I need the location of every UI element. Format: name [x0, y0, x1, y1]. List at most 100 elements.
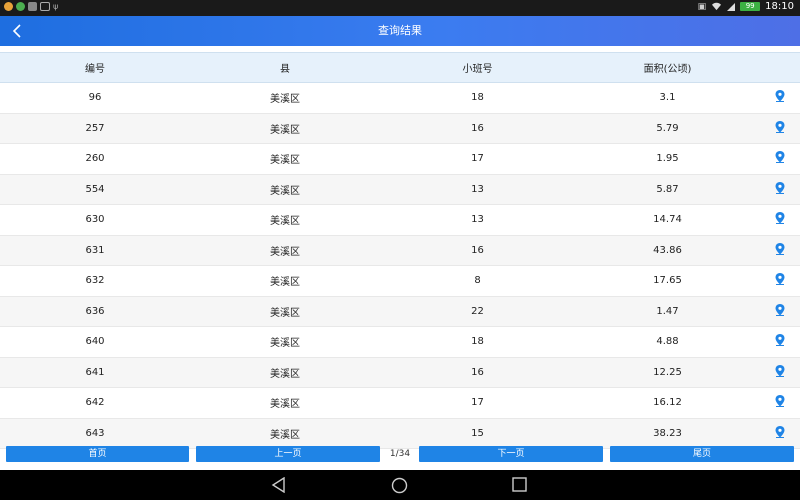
column-header-subcompartment[interactable]: 小班号 [380, 52, 575, 83]
results-table: 编号 县 小班号 面积(公顷) 96 美溪区 18 3.1 257 美溪区 16 5.79 26… [0, 52, 800, 449]
table-row[interactable]: 642 美溪区 17 16.12 [0, 387, 800, 419]
car-notification-icon [40, 2, 50, 11]
cell-area: 43.86 [575, 235, 760, 266]
table-row[interactable]: 96 美溪区 18 3.1 [0, 82, 800, 114]
cell-area: 5.79 [575, 113, 760, 144]
pagination-bar: 首页 上一页 1/34 下一页 尾页 [0, 444, 800, 466]
cell-area: 3.1 [575, 82, 760, 114]
clock: 18:10 [765, 1, 794, 12]
table-row[interactable]: 640 美溪区 18 4.88 [0, 326, 800, 358]
cell-location [760, 204, 800, 236]
page-indicator: 1/34 [389, 449, 411, 459]
nav-back-icon[interactable] [271, 477, 287, 493]
prev-page-button[interactable]: 上一页 [196, 446, 380, 462]
location-pin-icon[interactable] [775, 395, 785, 410]
cell-area: 1.47 [575, 296, 760, 327]
signal-icon [727, 3, 736, 11]
location-pin-icon[interactable] [775, 181, 785, 197]
nav-recents-icon[interactable] [512, 477, 527, 492]
cell-county: 美溪区 [190, 296, 380, 327]
cell-area: 12.25 [575, 357, 760, 388]
cell-subcompartment: 18 [380, 82, 575, 114]
table-header-row: 编号 县 小班号 面积(公顷) [0, 52, 800, 83]
cell-subcompartment: 16 [380, 113, 575, 144]
app-notification-icon [4, 2, 13, 11]
location-pin-icon[interactable] [775, 334, 785, 349]
cell-area: 17.65 [575, 265, 760, 297]
first-page-button[interactable]: 首页 [6, 446, 189, 462]
table-row[interactable]: 636 美溪区 22 1.47 [0, 296, 800, 327]
cell-id: 257 [0, 113, 190, 144]
location-pin-icon[interactable] [775, 151, 785, 166]
app-notification-icon [16, 2, 25, 11]
location-pin-icon[interactable] [775, 273, 785, 288]
cell-county: 美溪区 [190, 326, 380, 358]
cell-county: 美溪区 [190, 204, 380, 236]
cell-subcompartment: 17 [380, 387, 575, 419]
cell-location [760, 143, 800, 175]
cell-id: 632 [0, 265, 190, 297]
cell-location [760, 113, 800, 144]
cell-area: 4.88 [575, 326, 760, 358]
cell-area: 16.12 [575, 387, 760, 419]
location-pin-icon[interactable] [775, 303, 785, 319]
next-page-button[interactable]: 下一页 [419, 446, 603, 462]
cell-area: 5.87 [575, 174, 760, 205]
cell-subcompartment: 13 [380, 204, 575, 236]
cell-id: 642 [0, 387, 190, 419]
table-row[interactable]: 631 美溪区 16 43.86 [0, 235, 800, 266]
table-body: 96 美溪区 18 3.1 257 美溪区 16 5.79 260 美溪区 17 1.95 554 美溪区… [0, 82, 800, 449]
cell-location [760, 387, 800, 419]
nfc-icon: ▣ [697, 1, 707, 12]
column-header-county[interactable]: 县 [190, 52, 380, 83]
table-row[interactable]: 632 美溪区 8 17.65 [0, 265, 800, 297]
cell-area: 1.95 [575, 143, 760, 175]
cell-subcompartment: 16 [380, 235, 575, 266]
table-row[interactable]: 630 美溪区 13 14.74 [0, 204, 800, 236]
status-bar: ψ ▣ 99 18:10 [0, 0, 800, 16]
cell-county: 美溪区 [190, 265, 380, 297]
cell-subcompartment: 16 [380, 357, 575, 388]
nav-home-icon[interactable] [391, 477, 408, 494]
location-pin-icon[interactable] [775, 212, 785, 227]
cell-location [760, 296, 800, 327]
cell-location [760, 235, 800, 266]
column-header-area[interactable]: 面积(公顷) [575, 52, 760, 83]
b-notification-icon [28, 2, 37, 11]
table-row[interactable]: 260 美溪区 17 1.95 [0, 143, 800, 175]
page-title: 查询结果 [378, 24, 422, 37]
last-page-button[interactable]: 尾页 [610, 446, 794, 462]
battery-icon: 99 [740, 2, 761, 11]
cell-county: 美溪区 [190, 387, 380, 419]
cell-id: 636 [0, 296, 190, 327]
location-pin-icon[interactable] [775, 425, 785, 441]
location-pin-icon[interactable] [775, 90, 785, 105]
notification-icons: ψ [4, 2, 58, 11]
cell-id: 96 [0, 82, 190, 114]
cell-subcompartment: 13 [380, 174, 575, 205]
column-header-location [760, 52, 800, 83]
location-pin-icon[interactable] [775, 120, 785, 136]
cell-county: 美溪区 [190, 235, 380, 266]
location-pin-icon[interactable] [775, 242, 785, 258]
cell-area: 14.74 [575, 204, 760, 236]
cell-county: 美溪区 [190, 82, 380, 114]
cell-id: 640 [0, 326, 190, 358]
cell-county: 美溪区 [190, 174, 380, 205]
table-row[interactable]: 257 美溪区 16 5.79 [0, 113, 800, 144]
table-row[interactable]: 554 美溪区 13 5.87 [0, 174, 800, 205]
cell-county: 美溪区 [190, 357, 380, 388]
column-header-id[interactable]: 编号 [0, 52, 190, 83]
cell-location [760, 357, 800, 388]
cell-location [760, 174, 800, 205]
system-nav-bar [0, 470, 800, 500]
cell-county: 美溪区 [190, 143, 380, 175]
cell-location [760, 265, 800, 297]
usb-icon: ψ [53, 2, 59, 11]
location-pin-icon[interactable] [775, 364, 785, 380]
cell-location [760, 326, 800, 358]
cell-subcompartment: 22 [380, 296, 575, 327]
table-row[interactable]: 641 美溪区 16 12.25 [0, 357, 800, 388]
cell-id: 630 [0, 204, 190, 236]
cell-id: 631 [0, 235, 190, 266]
